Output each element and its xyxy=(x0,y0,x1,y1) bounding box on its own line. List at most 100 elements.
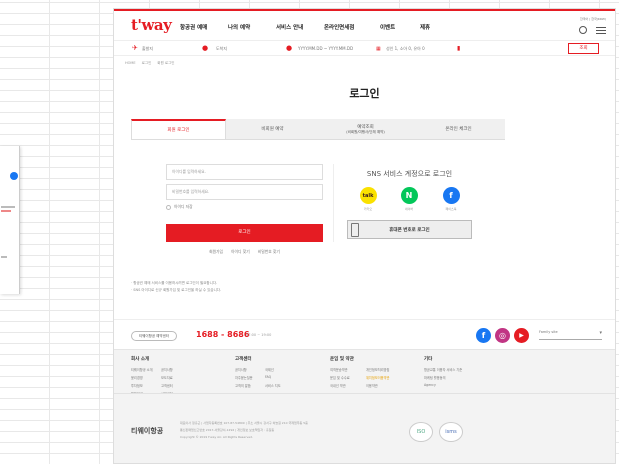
nav-event[interactable]: 이벤트 xyxy=(380,23,420,31)
breadcrumb: HOME 로그인 회원 로그인 xyxy=(125,61,175,66)
plane-icon: ✈ xyxy=(132,44,138,52)
logo[interactable]: t'way xyxy=(131,16,172,34)
menu-icon[interactable] xyxy=(596,27,606,34)
background-text-line xyxy=(1,210,11,212)
nav-service[interactable]: 서비스 안내 xyxy=(276,23,324,31)
footer-link[interactable]: 서비스 지도 xyxy=(265,383,295,388)
location-icon: ● xyxy=(202,44,209,52)
footer-link[interactable]: 마케팅 활용동의 xyxy=(424,375,484,380)
naver-login[interactable]: N 네이버 xyxy=(394,187,424,211)
login-tabs: 회원 로그인 비회원 예약 예약조회 (비회원/여행사/단체 예약) 온라인 체… xyxy=(131,119,505,140)
login-button[interactable]: 로그인 xyxy=(166,224,323,242)
tab-guest-booking[interactable]: 비회원 예약 xyxy=(226,119,319,139)
departure-field[interactable]: 출발지 xyxy=(142,46,153,52)
facebook-login[interactable]: f 페이스북 xyxy=(436,187,466,211)
divider xyxy=(333,164,334,242)
tab-online-checkin[interactable]: 온라인 체크인 xyxy=(412,119,505,139)
naver-icon: N xyxy=(400,187,418,204)
footer-link[interactable]: 윤리경영 xyxy=(131,375,161,380)
password-input[interactable]: 비밀번호를 입력하세요. xyxy=(166,184,323,200)
tab-member-login[interactable]: 회원 로그인 xyxy=(131,119,226,139)
person-icon: ▮ xyxy=(457,45,461,52)
find-password-link[interactable]: 비밀번호 찾기 xyxy=(258,249,280,255)
nav-duty-free[interactable]: 온라인면세점 xyxy=(324,23,380,31)
arrival-field[interactable]: 도착지 xyxy=(216,46,227,52)
footer-link[interactable]: 이용약관 xyxy=(366,383,402,388)
call-center-number: 1688 - 8686 xyxy=(196,330,250,339)
find-id-link[interactable]: 아이디 찾기 xyxy=(231,249,250,255)
contact-bar: 티웨이항공 예약센터 1688 - 8686 07:00 ~ 19:00 f ◎… xyxy=(114,319,615,349)
language-selector[interactable]: 한국어 | 한국(KRW) xyxy=(580,17,606,21)
signup-link[interactable]: 회원가입 xyxy=(209,249,223,255)
id-input[interactable]: 아이디를 입력하세요. xyxy=(166,164,323,180)
note-line: · 항공권 예매 서비스를 이용하시려면 로그인이 필요합니다. xyxy=(131,281,218,285)
tab-booking-lookup[interactable]: 예약조회 (비회원/여행사/단체 예약) xyxy=(319,119,412,139)
footer-link[interactable]: 위치정보이용약관 xyxy=(366,375,402,380)
footer-link[interactable]: 공지사항 xyxy=(161,367,191,372)
footer-link[interactable]: 티웨이항공 소개 xyxy=(131,367,161,372)
background-text-line xyxy=(1,206,15,208)
footer-link[interactable]: FAQ xyxy=(265,375,295,380)
background-text-line xyxy=(1,256,7,258)
sns-login-title: SNS 서비스 계정으로 로그인 xyxy=(366,170,453,178)
quick-booking-bar: ✈ 출발지 ● 도착지 ● YYYY.MM.DD ~ YYYY.MM.DD ▦ … xyxy=(114,40,615,56)
checkbox-icon xyxy=(166,204,171,210)
footer-link[interactable]: 국제선 xyxy=(265,367,295,372)
footer-link[interactable]: 투자정보 xyxy=(131,383,161,388)
footer-link[interactable]: 운임 및 수수료 xyxy=(330,375,366,380)
footer-link[interactable]: 국내선 약관 xyxy=(330,383,366,388)
login-form: 아이디를 입력하세요. 비밀번호를 입력하세요. 아이디 저장 xyxy=(166,164,323,210)
call-center-hours: 07:00 ~ 19:00 xyxy=(246,333,272,337)
kakao-login[interactable]: talk 카카오 xyxy=(353,187,383,211)
login-notes: · 항공권 예매 서비스를 이용하시려면 로그인이 필요합니다. · SNS 아… xyxy=(131,280,221,294)
facebook-icon: f xyxy=(442,187,460,204)
footer-link[interactable]: 여객운송약관 xyxy=(330,367,366,372)
save-id-checkbox[interactable]: 아이디 저장 xyxy=(166,204,323,210)
breadcrumb-item[interactable]: 로그인 xyxy=(142,61,152,66)
footer-logo: 티웨이항공 xyxy=(131,427,164,435)
nav-booking[interactable]: 항공권 예매 xyxy=(180,23,228,31)
nav-partner[interactable]: 제휴 xyxy=(420,23,468,31)
footer-bottom: 티웨이항공 대표이사 정홍근 | 사업자등록번호 107-87-54809 | … xyxy=(114,393,615,463)
calendar-icon: ▦ xyxy=(376,46,381,52)
youtube-icon[interactable]: ▶ xyxy=(514,328,529,343)
note-line: · SNS 아이디로 신규 회원가입 및 로그인을 하실 수 있습니다. xyxy=(131,288,222,292)
phone-login-button[interactable]: 휴대폰 번호로 로그인 xyxy=(347,220,472,239)
site-header: t'way 항공권 예매 나의 예약 서비스 안내 온라인면세점 이벤트 제휴 … xyxy=(114,14,615,36)
call-center-button[interactable]: 티웨이항공 예약센터 xyxy=(131,331,177,341)
footer-col-terms: 운임 및 약관 여객운송약관 개인정보처리방침 운임 및 수수료 위치정보이용약… xyxy=(330,356,402,388)
search-flight-button[interactable]: 조회 xyxy=(568,43,599,54)
breadcrumb-item: 회원 로그인 xyxy=(157,61,175,65)
footer-link[interactable]: 고객의 말씀 xyxy=(235,383,265,388)
accent-bar xyxy=(114,9,615,11)
footer-link[interactable]: 보도자료 xyxy=(161,375,191,380)
footer-link[interactable]: Agency xyxy=(424,383,484,387)
location-icon: ● xyxy=(286,44,293,52)
kakao-icon: talk xyxy=(359,187,377,204)
save-id-label: 아이디 저장 xyxy=(174,204,193,209)
facebook-icon[interactable]: f xyxy=(476,328,491,343)
browser-window: t'way 항공권 예매 나의 예약 서비스 안내 온라인면세점 이벤트 제휴 … xyxy=(113,8,616,464)
company-info: 대표이사 정홍근 | 사업자등록번호 107-87-54809 | 주소 서울시… xyxy=(180,421,308,439)
passenger-field[interactable]: 성인 1, 소아 0, 유아 0 xyxy=(386,46,425,52)
date-field[interactable]: YYYY.MM.DD ~ YYYY.MM.DD xyxy=(298,46,353,51)
certification-badge: ISO xyxy=(409,422,433,442)
footer-col-customer: 고객센터 공지사항 국제선 자주묻는질문 FAQ 고객의 말씀 서비스 지도 xyxy=(235,356,295,388)
footer-link[interactable]: 자주묻는질문 xyxy=(235,375,265,380)
footer-col-etc: 기타 항공교통 이용자 서비스 기준 마케팅 활용동의 Agency xyxy=(424,356,484,387)
footer-link[interactable]: 항공교통 이용자 서비스 기준 xyxy=(424,367,484,372)
footer-link[interactable]: 공지사항 xyxy=(235,367,265,372)
background-popup-fragment xyxy=(0,146,20,294)
footer-link[interactable]: 고객센터 xyxy=(161,383,191,388)
family-site-select[interactable]: Family site xyxy=(539,330,602,340)
account-links: 회원가입 아이디 찾기 비밀번호 찾기 xyxy=(166,249,323,255)
footer-link[interactable]: 개인정보처리방침 xyxy=(366,367,402,372)
facebook-icon xyxy=(10,172,18,180)
breadcrumb-home[interactable]: HOME xyxy=(125,61,136,66)
footer-col-company: 회사 소개 티웨이항공 소개 공지사항 윤리경영 보도자료 투자정보 고객센터 … xyxy=(131,356,191,396)
isms-badge: isms xyxy=(439,422,463,442)
search-icon[interactable] xyxy=(579,26,587,34)
nav-my-booking[interactable]: 나의 예약 xyxy=(228,23,276,31)
instagram-icon[interactable]: ◎ xyxy=(495,328,510,343)
page-title: 로그인 xyxy=(349,87,380,100)
